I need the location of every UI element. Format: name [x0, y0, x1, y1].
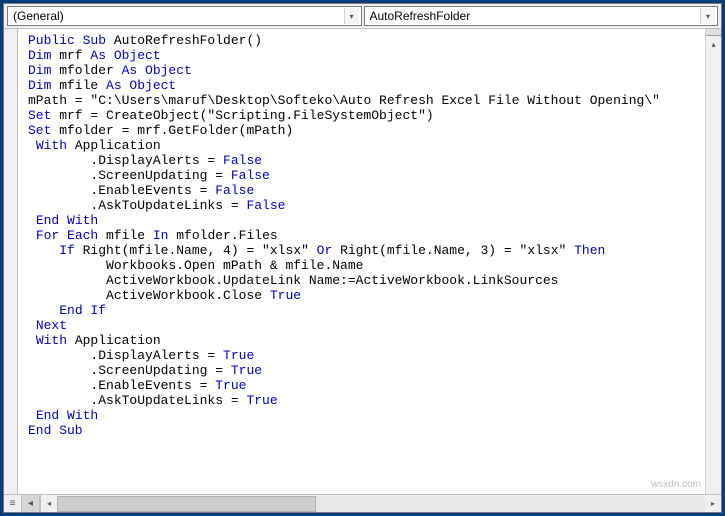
code-line: End Sub: [28, 423, 705, 438]
code-line: Workbooks.Open mPath & mfile.Name: [28, 258, 705, 273]
code-line: .ScreenUpdating = False: [28, 168, 705, 183]
code-line: End With: [28, 408, 705, 423]
vertical-scrollbar[interactable]: ▴: [705, 29, 721, 494]
scroll-left-icon[interactable]: ◂: [41, 496, 57, 512]
procedure-dropdown[interactable]: AutoRefreshFolder ▾: [364, 6, 719, 26]
code-line: If Right(mfile.Name, 4) = "xlsx" Or Righ…: [28, 243, 705, 258]
code-line: Dim mrf As Object: [28, 48, 705, 63]
code-editor[interactable]: Public Sub AutoRefreshFolder()Dim mrf As…: [18, 29, 705, 494]
bottom-bar: ≡ ◂ ◂ ▸: [4, 494, 721, 512]
toolbar: (General) ▾ AutoRefreshFolder ▾: [4, 4, 721, 29]
code-line: ActiveWorkbook.UpdateLink Name:=ActiveWo…: [28, 273, 705, 288]
code-line: Dim mfolder As Object: [28, 63, 705, 78]
vba-code-window: (General) ▾ AutoRefreshFolder ▾ Public S…: [3, 3, 722, 513]
scroll-thumb[interactable]: [57, 496, 316, 512]
view-mode-buttons: ≡ ◂: [4, 495, 41, 512]
code-line: End If: [28, 303, 705, 318]
scroll-up-icon[interactable]: ▴: [706, 36, 721, 52]
code-line: mPath = "C:\Users\maruf\Desktop\Softeko\…: [28, 93, 705, 108]
chevron-down-icon: ▾: [344, 8, 359, 24]
scroll-track[interactable]: [57, 496, 705, 512]
code-line: .DisplayAlerts = True: [28, 348, 705, 363]
code-line: ActiveWorkbook.Close True: [28, 288, 705, 303]
procedure-view-button[interactable]: ≡: [4, 495, 22, 512]
chevron-down-icon: ▾: [700, 8, 715, 24]
scroll-right-icon[interactable]: ▸: [705, 496, 721, 512]
watermark: wsxdn.com: [651, 479, 701, 490]
horizontal-scrollbar[interactable]: ◂ ▸: [41, 495, 721, 512]
code-line: Dim mfile As Object: [28, 78, 705, 93]
code-line: .DisplayAlerts = False: [28, 153, 705, 168]
code-line: End With: [28, 213, 705, 228]
split-handle[interactable]: [706, 29, 721, 36]
code-line: For Each mfile In mfolder.Files: [28, 228, 705, 243]
margin-indicator-bar[interactable]: [4, 29, 18, 494]
code-line: .EnableEvents = False: [28, 183, 705, 198]
code-line: .AskToUpdateLinks = False: [28, 198, 705, 213]
code-line: With Application: [28, 138, 705, 153]
code-line: Public Sub AutoRefreshFolder(): [28, 33, 705, 48]
code-line: .EnableEvents = True: [28, 378, 705, 393]
object-dropdown-value: (General): [13, 9, 64, 23]
object-dropdown[interactable]: (General) ▾: [7, 6, 362, 26]
code-line: .ScreenUpdating = True: [28, 363, 705, 378]
code-line: .AskToUpdateLinks = True: [28, 393, 705, 408]
code-line: Set mfolder = mrf.GetFolder(mPath): [28, 123, 705, 138]
procedure-dropdown-value: AutoRefreshFolder: [370, 9, 471, 23]
code-line: With Application: [28, 333, 705, 348]
full-module-view-button[interactable]: ◂: [22, 495, 40, 512]
code-line: Set mrf = CreateObject("Scripting.FileSy…: [28, 108, 705, 123]
code-area: Public Sub AutoRefreshFolder()Dim mrf As…: [4, 29, 721, 494]
code-line: Next: [28, 318, 705, 333]
